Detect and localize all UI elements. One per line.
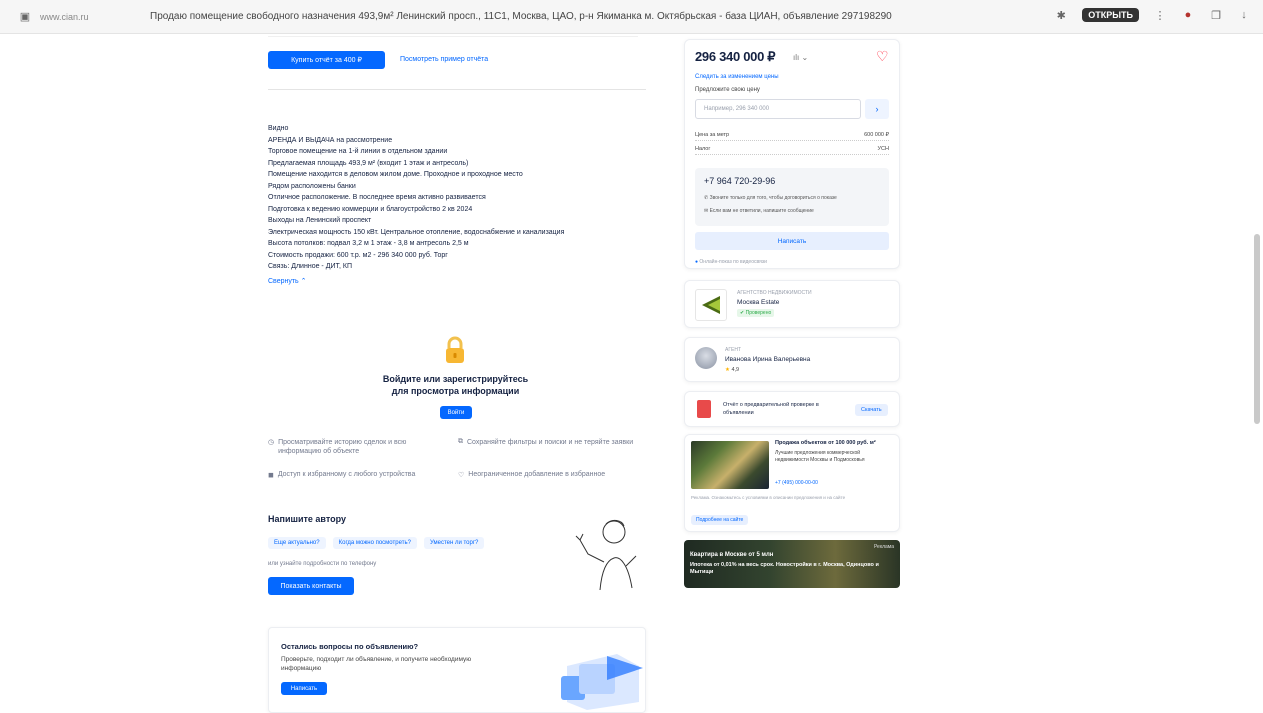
description-line: Связь: Длинное - ДИТ, КП	[268, 263, 352, 270]
heart-outline-icon: ♡	[458, 472, 465, 479]
auth-title: Войдите или зарегистрируйтесь	[382, 374, 529, 384]
phone-number[interactable]: +7 964 720-29-96	[704, 176, 775, 186]
agent-name[interactable]: Иванова Ирина Валерьевна	[725, 356, 810, 363]
tabs-icon[interactable]: ❐	[1209, 8, 1223, 22]
description-line: Электрическая мощность 150 кВт. Централь…	[268, 228, 565, 236]
description-line: АРЕНДА И ВЫДАЧА на рассмотрение	[268, 136, 393, 144]
description-line: Стоимость продажи: 600 т.р. м2 - 296 340…	[268, 251, 448, 259]
agency-label: АГЕНТСТВО НЕДВИЖИМОСТИ	[737, 290, 812, 296]
feature-item: ♡ Неограниченное добавление в избранное	[458, 471, 606, 479]
write-button[interactable]: Написать	[281, 682, 327, 695]
feature-item: ◷ Просматривайте историю сделок и всю ин…	[268, 439, 407, 455]
address-bar[interactable]: www.cian.ru	[40, 12, 130, 22]
agent-label: АГЕНТ	[725, 347, 742, 353]
page-scrollbar[interactable]	[1254, 34, 1260, 713]
auth-subtitle: для просмотра информации	[391, 386, 520, 396]
questions-text: Проверьте, подходит ли объявление, и пол…	[281, 656, 472, 672]
phone-note: ✆ Звоните только для того, чтобы договор…	[704, 195, 837, 201]
banner-ad-label: Реклама	[873, 544, 894, 550]
author-title: Напишите автору	[268, 514, 347, 524]
quick-message-chip[interactable]: Когда можно посмотреть?	[332, 537, 417, 549]
phone-note: ✉ Если вам не ответили, напишите сообщен…	[704, 208, 814, 214]
agent-card[interactable]: АГЕНТ Иванова Ирина Валерьевна ★ 4,9	[684, 337, 900, 382]
section-divider	[268, 89, 646, 90]
author-hint: или узнайте подробности по телефону	[268, 561, 377, 567]
filter-icon: ⧉	[458, 438, 463, 445]
lock-icon	[444, 336, 466, 364]
buy-report-button[interactable]: Купить отчёт за 400 ₽	[268, 51, 385, 69]
ad-card[interactable]: Продажа объектов от 100 000 руб. м² Лучш…	[684, 434, 900, 532]
feature-item: ⧉ Сохраняйте фильтры и поиски и не теряй…	[458, 438, 634, 446]
description-block: Видно АРЕНДА И ВЫДАЧА на рассмотрение Торг…	[268, 123, 638, 273]
offer-label: Предложите свою цену	[695, 87, 760, 93]
write-message-button[interactable]: Написать	[695, 232, 889, 250]
questions-title: Остались вопросы по объявлению?	[281, 642, 419, 651]
report-text: Отчёт о предварительной проверке в объяв…	[723, 402, 819, 416]
feature-item: ◼ Доступ к избранному с любого устройств…	[268, 471, 416, 479]
site-favicon-icon[interactable]: ▣	[18, 10, 32, 24]
tax-row: Налог УСН	[695, 146, 889, 155]
promo-banner[interactable]: Реклама Квартира в Москве от 5 млн Ипоте…	[684, 540, 900, 588]
description-line: Видно	[268, 125, 289, 132]
ad-text: Лучшие предложения коммерческой недвижим…	[775, 450, 865, 463]
top-divider	[268, 36, 638, 37]
person-illustration	[570, 512, 646, 592]
page-title: Продаю помещение свободного назначения 4…	[150, 11, 892, 22]
price-card: 296 340 000 ₽ ılı ⌄ ♡ Следить за изменен…	[684, 39, 900, 269]
download-icon[interactable]: ↓	[1237, 8, 1251, 22]
price-per-meter-row: Цена за метр 600 000 ₽	[695, 132, 889, 141]
avatar	[695, 347, 717, 369]
open-app-badge[interactable]: ОТКРЫТЬ	[1082, 8, 1139, 22]
pdf-icon	[697, 400, 711, 418]
browser-actions: ✱ ОТКРЫТЬ ⋮ ● ❐ ↓	[1054, 8, 1251, 22]
agency-logo	[695, 289, 727, 321]
banner-title: Квартира в Москве от 5 млн	[690, 552, 774, 558]
main-column: Купить отчёт за 400 ₽ Посмотреть пример …	[268, 34, 646, 713]
scroll-thumb[interactable]	[1254, 234, 1260, 424]
ad-note: Реклама. Ознакомьтесь с условиями в опис…	[691, 495, 846, 500]
more-icon[interactable]: ⋮	[1153, 8, 1167, 22]
browser-titlebar: ▣ www.cian.ru Продаю помещение свободног…	[0, 0, 1263, 34]
offer-submit-button[interactable]: ›	[865, 99, 889, 119]
agency-card[interactable]: АГЕНТСТВО НЕДВИЖИМОСТИ Москва Estate ✔ П…	[684, 280, 900, 328]
history-icon: ◷	[268, 439, 275, 446]
download-report-button[interactable]: Скачать	[855, 404, 888, 416]
online-showing-note: ● Онлайн-показ по видеосвязи	[695, 259, 767, 265]
description-line: Отличное расположение. В последнее время…	[268, 194, 486, 201]
description-line: Предлагаемая площадь 493,9 м² (входит 1 …	[268, 159, 469, 167]
extension-icon[interactable]: ●	[1181, 8, 1195, 22]
price: 296 340 000 ₽	[695, 49, 776, 64]
offer-input[interactable]: Например, 296 340 000	[695, 99, 861, 119]
quick-message-chip[interactable]: Еще актуально?	[268, 537, 326, 549]
ad-more-button[interactable]: Подробнее на сайте	[691, 515, 749, 525]
description-line: Помещение находится в деловом жилом доме…	[268, 171, 523, 178]
agency-name[interactable]: Москва Estate	[737, 299, 779, 306]
report-card: Отчёт о предварительной проверке в объяв…	[684, 391, 900, 427]
description-line: Торговое помещение на 1-й линии в отдель…	[268, 148, 448, 155]
quick-messages: Еще актуально? Когда можно посмотреть? У…	[268, 537, 485, 549]
description-line: Выходы на Ленинский проспект	[268, 217, 372, 224]
ad-image	[691, 441, 769, 489]
description-line: Высота потолков: подвал 3,2 м 1 этаж - 3…	[268, 240, 469, 247]
description-line: Подготовка к ведению коммерции и благоус…	[268, 205, 473, 213]
verified-badge: ✔ Проверено	[737, 309, 775, 317]
favorite-heart-icon[interactable]: ♡	[876, 48, 889, 65]
questions-card: Остались вопросы по объявлению? Проверьт…	[268, 627, 646, 713]
login-button[interactable]: Войти	[440, 406, 472, 419]
ad-phone[interactable]: +7 (495) 000-00-00	[775, 480, 818, 486]
ad-title: Продажа объектов от 100 000 руб. м²	[775, 440, 876, 446]
collapse-link[interactable]: Свернуть ⌃	[268, 277, 307, 285]
phone-box: +7 964 720-29-96 ✆ Звоните только для то…	[695, 168, 889, 226]
chat-illustration	[547, 646, 647, 710]
price-history-icon[interactable]: ılı ⌄	[793, 53, 808, 62]
show-contacts-button[interactable]: Показать контакты	[268, 577, 354, 595]
banner-text: Ипотека от 0,01% на весь срок. Новострой…	[690, 562, 879, 575]
bookmark-icon[interactable]: ✱	[1054, 8, 1068, 22]
device-icon: ◼	[268, 472, 274, 479]
description-line: Рядом расположены банки	[268, 182, 356, 190]
report-example-link[interactable]: Посмотреть пример отчёта	[400, 56, 488, 63]
price-watch-link[interactable]: Следить за изменением цены	[695, 74, 779, 80]
quick-message-chip[interactable]: Уместен ли торг?	[423, 537, 485, 549]
agent-rating: ★ 4,9	[725, 367, 740, 373]
